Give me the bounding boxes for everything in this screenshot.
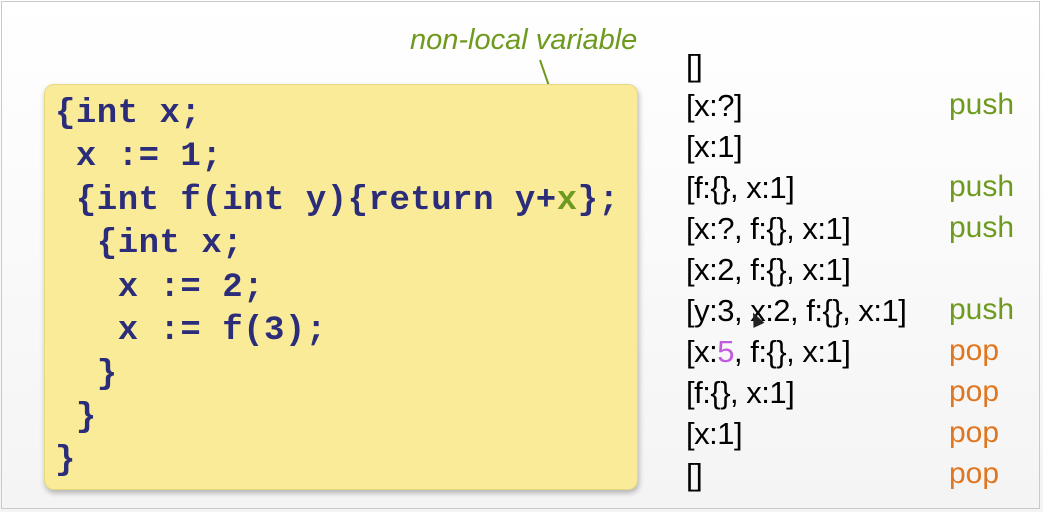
code-line: } <box>55 399 97 437</box>
op-label: pop <box>949 457 1000 490</box>
op-label: push <box>949 293 1015 326</box>
op-label: pop <box>949 416 1000 449</box>
stack-state: [x:2, f:{}, x:1] <box>686 252 851 287</box>
stack-state: [x:5, f:{}, x:1] <box>686 334 851 369</box>
code-line: {int f(int y){return y+x}; <box>55 182 620 220</box>
stack-state: [x:?] <box>686 88 743 123</box>
stack-state: [] <box>686 457 703 492</box>
stack-state: [x:1] <box>686 416 743 451</box>
stack-state: [x:?, f:{}, x:1] <box>686 211 851 246</box>
code-line: {int x; <box>55 95 202 133</box>
op-label: push <box>949 211 1015 244</box>
stack-state: [y:3, x:2, f:{}, x:1] <box>686 293 907 328</box>
code-line: x := 2; <box>55 269 265 307</box>
code-line: } <box>55 442 76 480</box>
stack-state: [] <box>686 48 703 83</box>
stack-state: [f:{}, x:1] <box>686 170 795 205</box>
code-line: x := 1; <box>55 138 223 176</box>
op-label: pop <box>949 375 1000 408</box>
op-label: push <box>949 170 1015 203</box>
code-panel: {int x; x := 1; {int f(int y){return y+x… <box>44 84 638 490</box>
stack-state: [x:1] <box>686 129 743 164</box>
code-line: } <box>55 356 118 394</box>
code-line: {int x; <box>55 225 244 263</box>
annotation-label: non-local variable <box>410 24 638 56</box>
returned-value: 5 <box>717 334 734 369</box>
op-label: push <box>949 88 1015 121</box>
op-label: pop <box>949 334 1000 367</box>
non-local-x: x <box>556 182 578 220</box>
code-line: x := f(3); <box>55 312 327 350</box>
stack-state: [f:{}, x:1] <box>686 375 795 410</box>
